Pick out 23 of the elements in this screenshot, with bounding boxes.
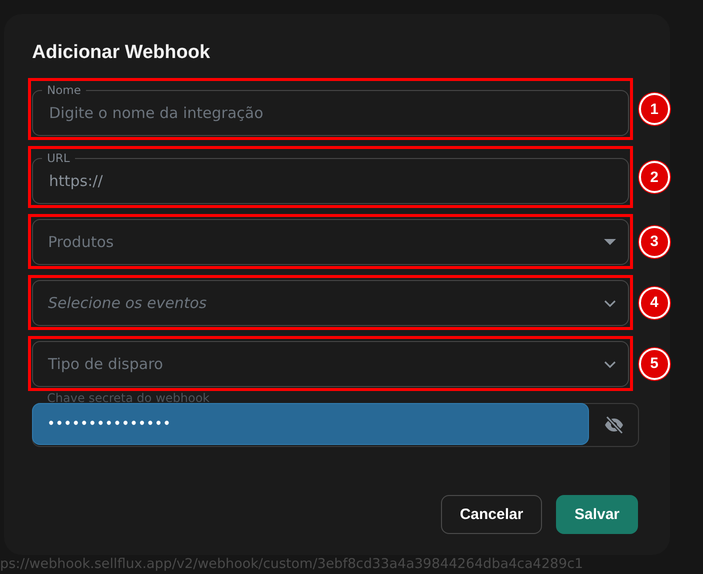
annotation-badge: 1 <box>638 93 670 125</box>
cancel-button[interactable]: Cancelar <box>441 495 542 534</box>
annotation-badge: 3 <box>638 226 670 258</box>
text-input[interactable]: Digite o nome da integração <box>47 103 614 123</box>
caret-icon <box>604 239 616 245</box>
dialog-title: Adicionar Webhook <box>32 42 212 64</box>
select-field[interactable]: Selecione os eventos <box>32 280 629 326</box>
annotation-badge: 5 <box>638 348 670 380</box>
select-field[interactable]: Tipo de disparo <box>32 341 629 387</box>
field-label: Chave secreta do webhook <box>47 391 210 405</box>
field-label: Nome <box>42 83 86 97</box>
save-button[interactable]: Salvar <box>556 495 638 534</box>
field-label: URL <box>42 151 75 165</box>
annotation-badge: 2 <box>638 161 670 193</box>
chevron-down-icon <box>604 300 616 306</box>
text-field[interactable]: Nome Digite o nome da integração <box>32 83 629 136</box>
password-input[interactable]: ••••••••••••••• <box>32 403 589 445</box>
chevron-down-icon <box>604 360 616 368</box>
text-field[interactable]: URL https:// <box>32 151 629 204</box>
eye-off-icon <box>604 416 624 434</box>
annotation-badge: 4 <box>638 286 670 318</box>
select-field[interactable]: Produtos <box>32 219 629 265</box>
text-input[interactable]: https:// <box>47 171 614 191</box>
